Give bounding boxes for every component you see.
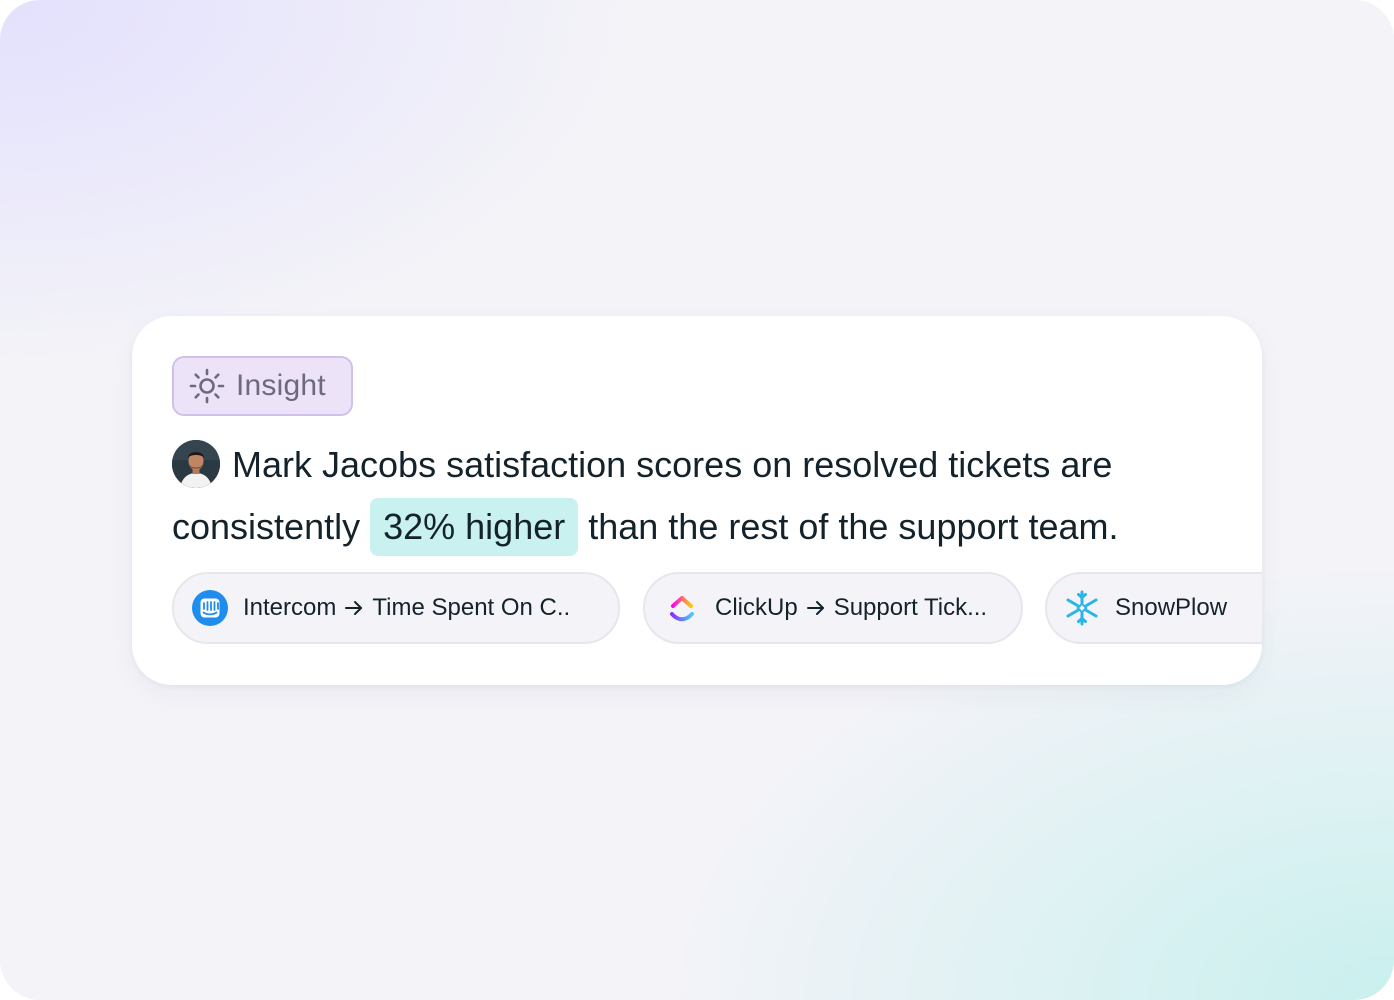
background-frame: Insight Mark Jacobs satisfaction scores … — [0, 0, 1394, 1000]
avatar — [172, 440, 220, 488]
avatar-image — [172, 440, 220, 488]
source-app-name: Intercom — [243, 594, 337, 621]
sun-icon — [189, 368, 225, 404]
intercom-icon — [192, 590, 228, 626]
clickup-icon — [670, 596, 694, 622]
source-chip-snowplow[interactable]: SnowPlow — [1045, 572, 1262, 644]
source-app-name: SnowPlow — [1115, 594, 1228, 621]
source-target-name: Support Tick... — [833, 594, 988, 621]
source-chip-label: SnowPlow — [1115, 594, 1227, 622]
insight-badge-label: Insight — [236, 369, 326, 402]
insight-text-line1: Mark Jacobs satisfaction scores on resol… — [232, 444, 1113, 485]
source-chip-intercom[interactable]: Intercom Time Spent On C.. — [172, 572, 620, 644]
insight-text-before: consistently — [172, 506, 361, 547]
insight-badge: Insight — [172, 356, 353, 416]
source-chip-label: Intercom Time Spent On C.. — [243, 594, 570, 622]
source-target-name: Time Spent On C.. — [372, 594, 571, 621]
source-app-name: ClickUp — [715, 594, 798, 621]
source-chip-clickup[interactable]: ClickUp Support Tick... — [643, 572, 1023, 644]
source-chip-label: ClickUp Support Tick... — [715, 594, 987, 622]
snowflake-icon — [1066, 590, 1098, 626]
insight-text-after: than the rest of the support team. — [588, 506, 1119, 547]
insight-text-line2: consistently 32% higher than the rest of… — [172, 498, 1119, 556]
highlight-metric: 32% higher — [370, 498, 579, 556]
insight-card: Insight Mark Jacobs satisfaction scores … — [132, 316, 1262, 685]
arrow-right-icon — [806, 601, 824, 615]
arrow-right-icon — [345, 601, 363, 615]
